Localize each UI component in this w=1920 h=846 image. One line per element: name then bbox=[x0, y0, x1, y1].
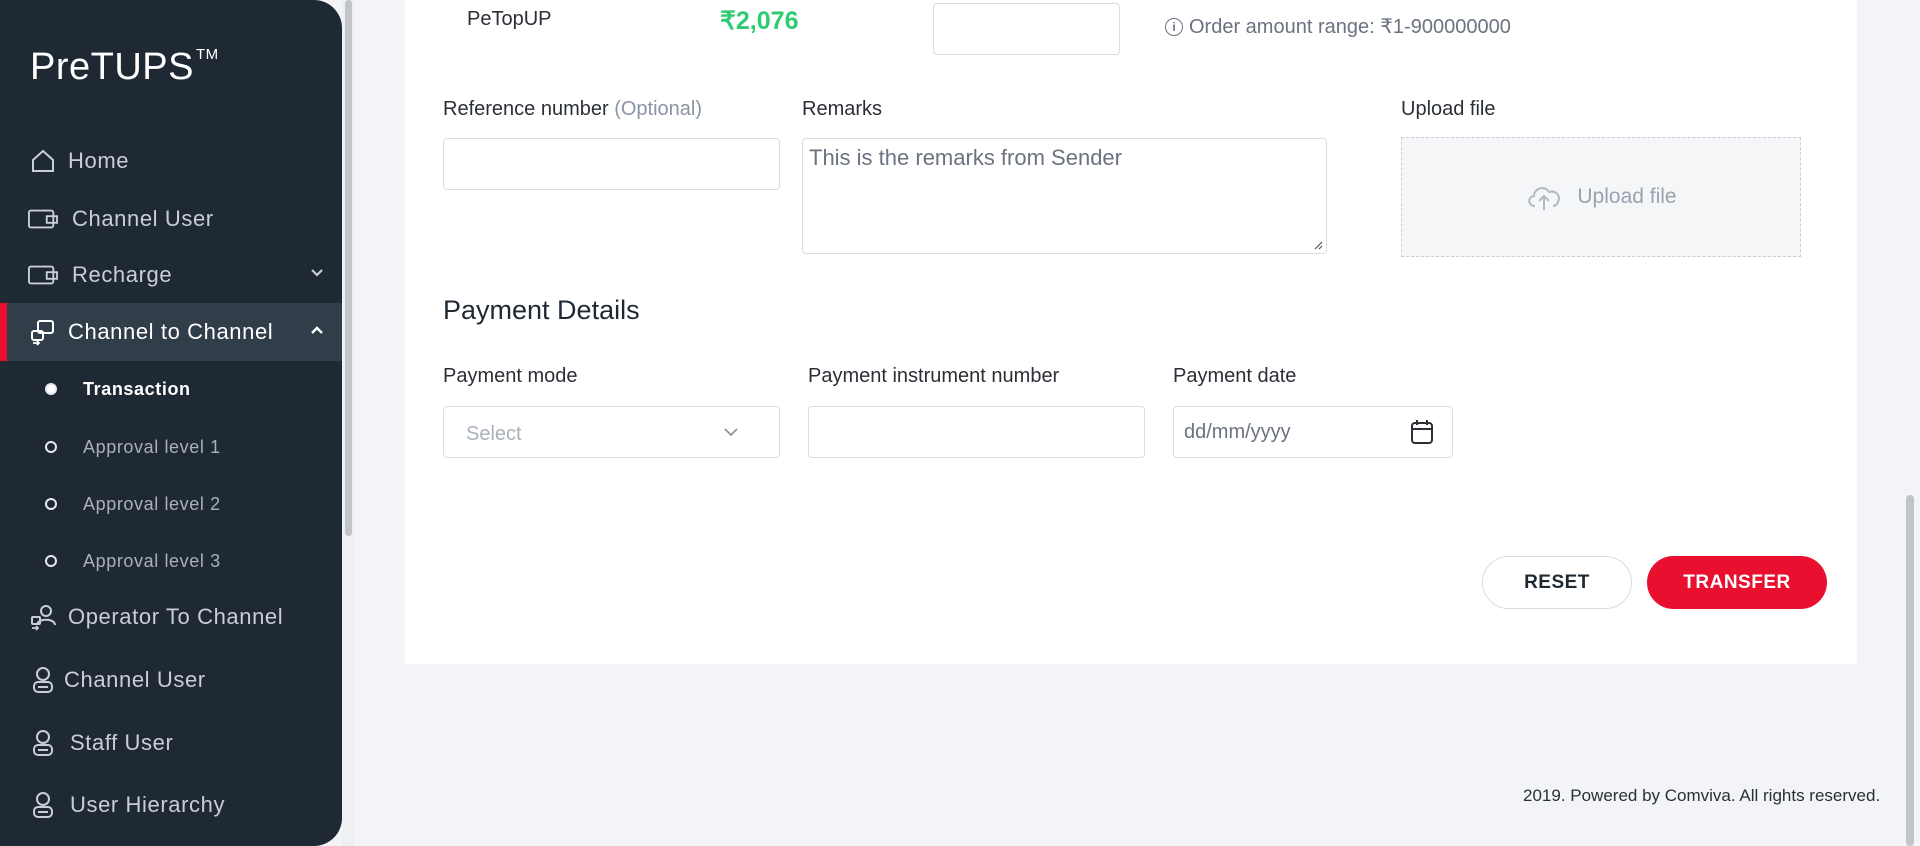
chevron-down-icon bbox=[724, 428, 738, 437]
sidebar-item-label: Recharge bbox=[72, 262, 173, 287]
payment-mode-placeholder: Select bbox=[466, 423, 522, 445]
bullet-icon bbox=[45, 498, 57, 510]
home-icon bbox=[28, 146, 58, 176]
order-amount-range: i Order amount range: ₹1-900000000 bbox=[1165, 14, 1511, 39]
sidebar-subitem-approval-1[interactable]: Approval level 1 bbox=[0, 427, 342, 467]
wallet-balance: ₹2,076 bbox=[720, 7, 799, 35]
optional-hint: (Optional) bbox=[614, 98, 703, 120]
sidebar-item-operator-to-channel[interactable]: Operator To Channel bbox=[0, 588, 342, 646]
sidebar-subitem-transaction[interactable]: Transaction bbox=[0, 369, 342, 409]
range-text: Order amount range: ₹1-900000000 bbox=[1189, 16, 1511, 38]
sidebar-subitem-label: Approval level 2 bbox=[83, 493, 221, 514]
payment-instrument-label: Payment instrument number bbox=[808, 365, 1060, 387]
sidebar-item-channel-user-2[interactable]: Channel User bbox=[0, 651, 342, 709]
remarks-value: This is the remarks from Sender bbox=[809, 145, 1122, 170]
payment-instrument-input[interactable] bbox=[808, 406, 1145, 458]
sidebar-item-label: Staff User bbox=[70, 730, 174, 755]
sidebar-item-label: Operator To Channel bbox=[68, 604, 284, 629]
resize-handle-icon[interactable] bbox=[1313, 240, 1323, 250]
user-icon bbox=[28, 790, 58, 820]
bullet-icon bbox=[45, 383, 57, 395]
sidebar-scrollbar[interactable] bbox=[342, 0, 354, 846]
sidebar-subitem-approval-3[interactable]: Approval level 3 bbox=[0, 541, 342, 581]
calendar-icon[interactable] bbox=[1410, 419, 1434, 445]
wallet-name: PeTopUP bbox=[467, 8, 552, 30]
reference-number-input[interactable] bbox=[443, 138, 780, 190]
upload-file-dropzone[interactable]: Upload file bbox=[1401, 137, 1801, 257]
info-icon: i bbox=[1165, 17, 1183, 36]
bullet-icon bbox=[45, 555, 57, 567]
sidebar-item-channel-user[interactable]: Channel User bbox=[0, 190, 342, 248]
sidebar-subitem-approval-2[interactable]: Approval level 2 bbox=[0, 484, 342, 524]
wallet-icon bbox=[28, 260, 58, 290]
upload-label: Upload file bbox=[1401, 98, 1496, 120]
sidebar-subitem-label: Approval level 3 bbox=[83, 550, 221, 571]
sidebar-item-label: Channel User bbox=[64, 667, 206, 692]
scrollbar-thumb[interactable] bbox=[345, 0, 352, 536]
reset-button[interactable]: RESET bbox=[1482, 556, 1632, 609]
remarks-label: Remarks bbox=[802, 98, 883, 120]
sidebar-item-home[interactable]: Home bbox=[0, 132, 342, 190]
sidebar-subitem-label: Transaction bbox=[83, 378, 191, 399]
app-logo[interactable]: PreTUPS TM bbox=[30, 46, 219, 89]
remarks-textarea[interactable]: This is the remarks from Sender bbox=[802, 138, 1327, 254]
user-icon bbox=[28, 665, 58, 695]
sidebar-item-label: Home bbox=[68, 148, 130, 173]
chevron-down-icon[interactable] bbox=[310, 266, 324, 280]
payment-date-label: Payment date bbox=[1173, 365, 1297, 387]
transfer-user-icon bbox=[28, 602, 58, 632]
reference-label: Reference number (Optional) bbox=[443, 98, 703, 120]
upload-file-label: Upload file bbox=[1577, 185, 1677, 208]
sidebar-item-label: User Hierarchy bbox=[70, 792, 226, 817]
payment-mode-select[interactable]: Select bbox=[443, 406, 780, 458]
chevron-up-icon[interactable] bbox=[310, 323, 324, 337]
payment-details-title: Payment Details bbox=[443, 295, 640, 325]
sidebar-item-channel-to-channel[interactable]: Channel to Channel bbox=[0, 303, 342, 361]
payment-mode-label: Payment mode bbox=[443, 365, 578, 387]
payment-date-placeholder: dd/mm/yyyy bbox=[1184, 421, 1291, 443]
sidebar-item-recharge[interactable]: Recharge bbox=[0, 246, 342, 304]
wallet-icon bbox=[28, 204, 58, 234]
transfer-button[interactable]: TRANSFER bbox=[1647, 556, 1827, 609]
amount-input[interactable] bbox=[933, 3, 1120, 55]
sidebar-subitem-label: Approval level 1 bbox=[83, 436, 221, 457]
cloud-upload-icon bbox=[1528, 187, 1561, 210]
footer-copyright: 2019. Powered by Comviva. All rights res… bbox=[1523, 786, 1881, 805]
user-icon bbox=[28, 728, 58, 758]
sidebar-item-label: Channel User bbox=[72, 206, 214, 231]
sidebar-item-user-hierarchy[interactable]: User Hierarchy bbox=[0, 776, 342, 834]
sidebar-item-staff-user[interactable]: Staff User bbox=[0, 714, 342, 772]
bullet-icon bbox=[45, 441, 57, 453]
payment-date-input[interactable]: dd/mm/yyyy bbox=[1173, 406, 1453, 458]
transfer-icon bbox=[28, 317, 58, 347]
sidebar: PreTUPS TM Home Channel User Recharge Cha… bbox=[0, 0, 342, 846]
page-scrollbar-thumb[interactable] bbox=[1906, 495, 1914, 846]
sidebar-item-label: Channel to Channel bbox=[68, 319, 274, 344]
